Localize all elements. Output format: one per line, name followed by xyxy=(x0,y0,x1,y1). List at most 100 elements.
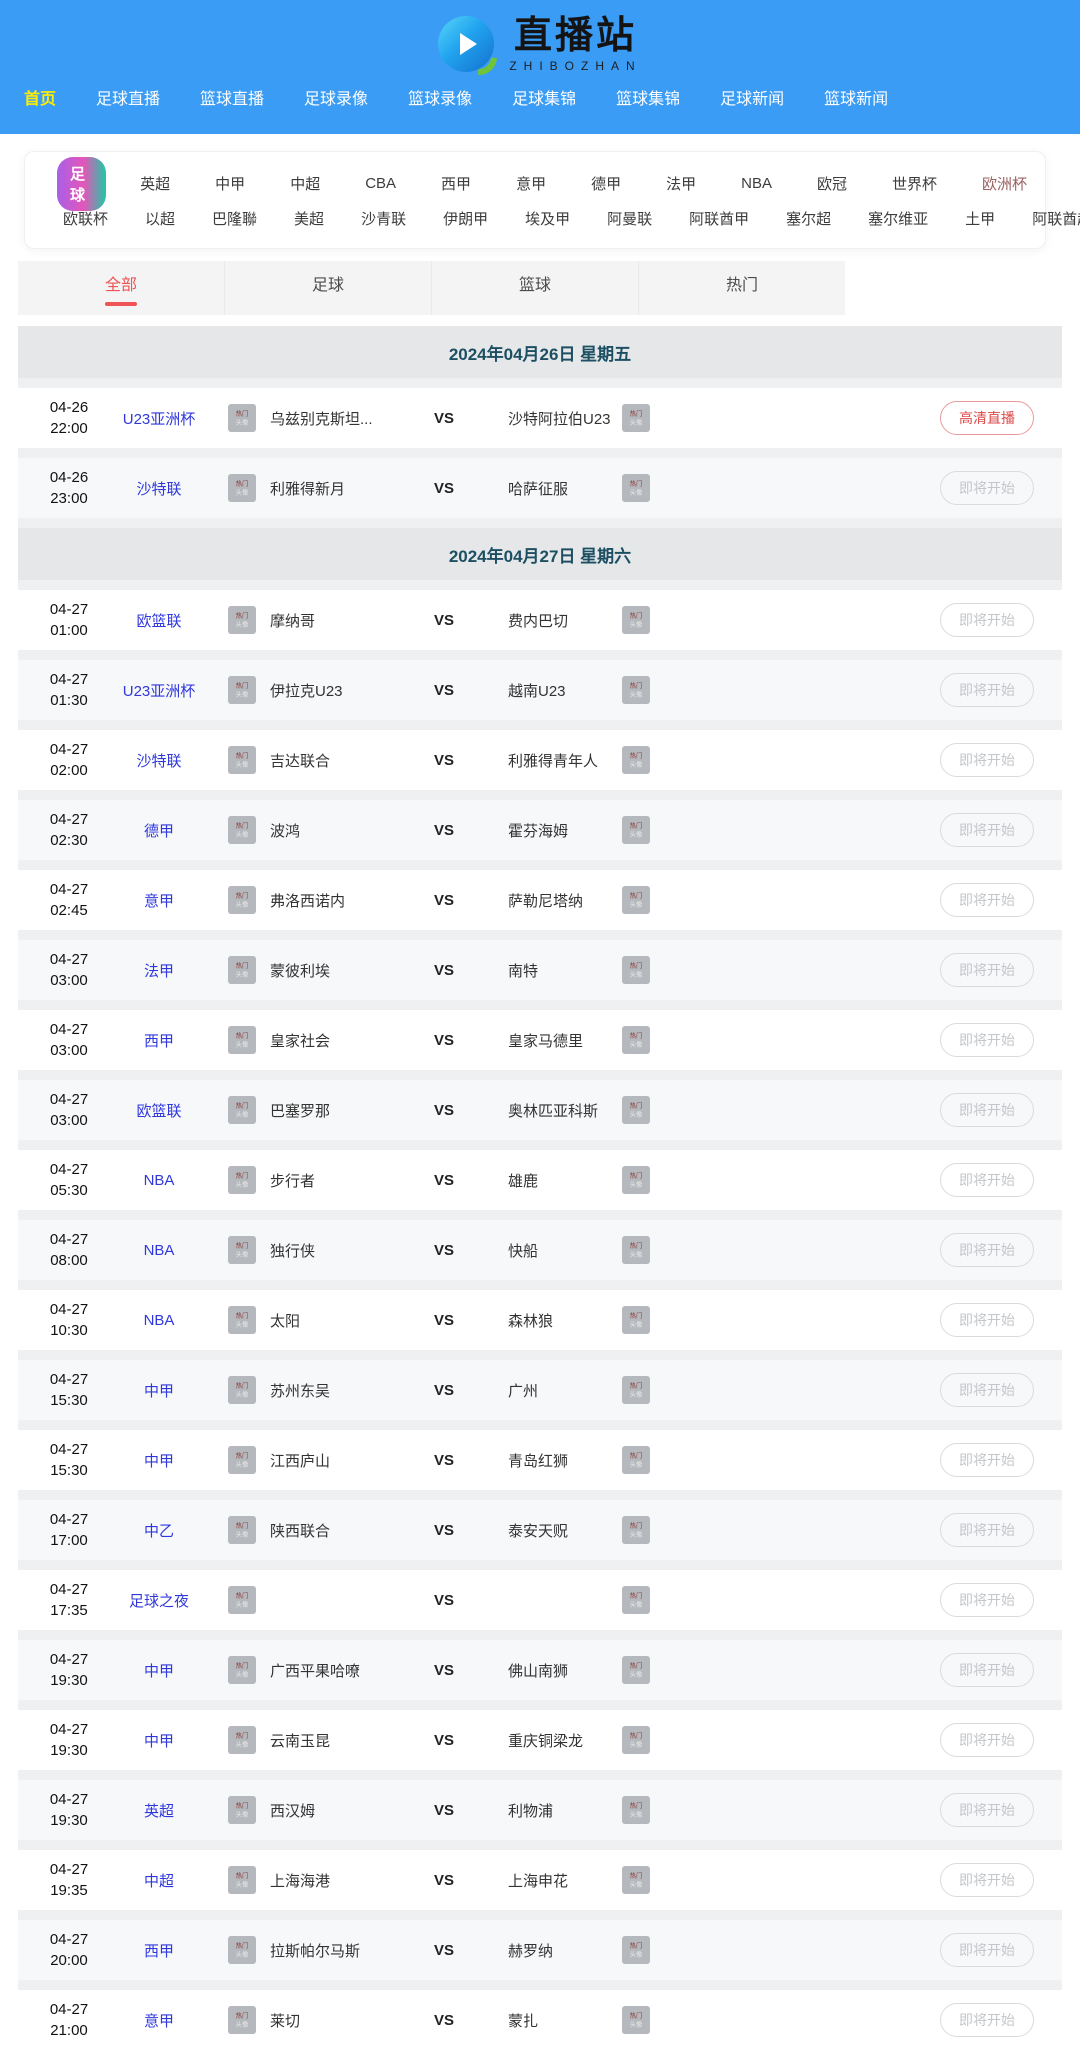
match-clock: 01:00 xyxy=(34,620,104,641)
nav-item-5[interactable]: 足球集锦 xyxy=(512,85,576,109)
upcoming-button[interactable]: 即将开始 xyxy=(940,1583,1034,1617)
league-link[interactable]: U23亚洲杯 xyxy=(104,408,214,429)
upcoming-button[interactable]: 即将开始 xyxy=(940,1023,1034,1057)
league-link[interactable]: 意甲 xyxy=(104,890,214,911)
nav-item-4[interactable]: 篮球录像 xyxy=(408,85,472,109)
football-category-badge[interactable]: 足球 xyxy=(57,157,106,211)
upcoming-button[interactable]: 即将开始 xyxy=(940,1443,1034,1477)
vs-label: VS xyxy=(424,752,464,769)
filter-league[interactable]: 欧联杯 xyxy=(63,208,108,229)
league-link[interactable]: 西甲 xyxy=(104,1940,214,1961)
league-link[interactable]: U23亚洲杯 xyxy=(104,680,214,701)
upcoming-button[interactable]: 即将开始 xyxy=(940,1793,1034,1827)
upcoming-button[interactable]: 即将开始 xyxy=(940,743,1034,777)
filter-league[interactable]: 法甲 xyxy=(666,173,696,194)
league-link[interactable]: NBA xyxy=(104,1172,214,1189)
logo-placeholder-text: 热门 xyxy=(236,1032,249,1039)
upcoming-button[interactable]: 即将开始 xyxy=(940,1723,1034,1757)
upcoming-button[interactable]: 即将开始 xyxy=(940,1373,1034,1407)
nav-item-0[interactable]: 首页 xyxy=(24,85,56,109)
filter-league[interactable]: 德甲 xyxy=(591,173,621,194)
tab-2[interactable]: 篮球 xyxy=(431,261,638,315)
tab-3[interactable]: 热门 xyxy=(638,261,845,315)
filter-league[interactable]: 伊朗甲 xyxy=(443,208,488,229)
league-link[interactable]: 足球之夜 xyxy=(104,1590,214,1611)
nav-item-7[interactable]: 足球新闻 xyxy=(720,85,784,109)
nav-item-1[interactable]: 足球直播 xyxy=(96,85,160,109)
league-link[interactable]: 意甲 xyxy=(104,2010,214,2031)
team-logo-placeholder-icon: 热门头像 xyxy=(622,1236,650,1264)
league-link[interactable]: 沙特联 xyxy=(104,750,214,771)
filter-league[interactable]: 英超 xyxy=(140,173,170,194)
logo-placeholder-text: 头像 xyxy=(236,971,249,978)
nav-item-3[interactable]: 足球录像 xyxy=(304,85,368,109)
league-link[interactable]: NBA xyxy=(104,1242,214,1259)
filter-league[interactable]: 塞尔超 xyxy=(786,208,831,229)
filter-league[interactable]: 欧冠 xyxy=(817,173,847,194)
filter-league[interactable]: 土甲 xyxy=(965,208,995,229)
filter-league[interactable]: 巴隆聯 xyxy=(212,208,257,229)
filter-league[interactable]: 意甲 xyxy=(516,173,546,194)
filter-league[interactable]: 世界杯 xyxy=(892,173,937,194)
upcoming-button[interactable]: 即将开始 xyxy=(940,1863,1034,1897)
logo-placeholder-text: 头像 xyxy=(630,1461,643,1468)
upcoming-button[interactable]: 即将开始 xyxy=(940,813,1034,847)
upcoming-button[interactable]: 即将开始 xyxy=(940,1653,1034,1687)
filter-league[interactable]: 阿曼联 xyxy=(607,208,652,229)
hd-live-button[interactable]: 高清直播 xyxy=(940,401,1034,435)
logo-placeholder-text: 热门 xyxy=(630,612,643,619)
league-link[interactable]: 中超 xyxy=(104,1870,214,1891)
upcoming-button[interactable]: 即将开始 xyxy=(940,673,1034,707)
league-link[interactable]: 德甲 xyxy=(104,820,214,841)
league-link[interactable]: 中甲 xyxy=(104,1730,214,1751)
league-link[interactable]: 英超 xyxy=(104,1800,214,1821)
filter-league[interactable]: 沙青联 xyxy=(361,208,406,229)
upcoming-button[interactable]: 即将开始 xyxy=(940,953,1034,987)
upcoming-button[interactable]: 即将开始 xyxy=(940,883,1034,917)
league-link[interactable]: 中甲 xyxy=(104,1450,214,1471)
league-link[interactable]: NBA xyxy=(104,1312,214,1329)
match-time: 04-2703:00 xyxy=(34,1019,104,1061)
filter-league[interactable]: 西甲 xyxy=(441,173,471,194)
upcoming-button[interactable]: 即将开始 xyxy=(940,1513,1034,1547)
league-link[interactable]: 中甲 xyxy=(104,1660,214,1681)
match-date: 04-27 xyxy=(34,1929,104,1950)
upcoming-button[interactable]: 即将开始 xyxy=(940,603,1034,637)
filter-league[interactable]: CBA xyxy=(365,175,396,192)
upcoming-button[interactable]: 即将开始 xyxy=(940,1933,1034,1967)
match-time: 04-2715:30 xyxy=(34,1369,104,1411)
filter-league[interactable]: 以超 xyxy=(145,208,175,229)
filter-league[interactable]: 欧洲杯 xyxy=(982,173,1027,194)
league-link[interactable]: 西甲 xyxy=(104,1030,214,1051)
upcoming-button[interactable]: 即将开始 xyxy=(940,471,1034,505)
team-logo-placeholder-icon: 热门头像 xyxy=(228,1936,256,1964)
tab-1[interactable]: 足球 xyxy=(224,261,431,315)
nav-item-2[interactable]: 篮球直播 xyxy=(200,85,264,109)
filter-league[interactable]: 中超 xyxy=(290,173,320,194)
upcoming-button[interactable]: 即将开始 xyxy=(940,2003,1034,2037)
upcoming-button[interactable]: 即将开始 xyxy=(940,1163,1034,1197)
nav-item-8[interactable]: 篮球新闻 xyxy=(824,85,888,109)
filter-league[interactable]: 埃及甲 xyxy=(525,208,570,229)
upcoming-button[interactable]: 即将开始 xyxy=(940,1303,1034,1337)
filter-league[interactable]: 塞尔维亚 xyxy=(868,208,928,229)
filter-league[interactable]: NBA xyxy=(741,175,772,192)
nav-item-6[interactable]: 篮球集锦 xyxy=(616,85,680,109)
league-link[interactable]: 沙特联 xyxy=(104,478,214,499)
tab-0[interactable]: 全部 xyxy=(18,261,224,315)
league-link[interactable]: 欧篮联 xyxy=(104,1100,214,1121)
filter-league[interactable]: 美超 xyxy=(294,208,324,229)
filter-league[interactable]: 阿联酋超 xyxy=(1032,208,1080,229)
logo-placeholder-text: 热门 xyxy=(236,612,249,619)
league-link[interactable]: 欧篮联 xyxy=(104,610,214,631)
filter-league[interactable]: 中甲 xyxy=(215,173,245,194)
league-link[interactable]: 中甲 xyxy=(104,1380,214,1401)
match-clock: 03:00 xyxy=(34,1040,104,1061)
team-logo-placeholder-icon: 热门头像 xyxy=(228,2006,256,2034)
filter-league[interactable]: 阿联酋甲 xyxy=(689,208,749,229)
upcoming-button[interactable]: 即将开始 xyxy=(940,1093,1034,1127)
upcoming-button[interactable]: 即将开始 xyxy=(940,1233,1034,1267)
league-link[interactable]: 中乙 xyxy=(104,1520,214,1541)
league-link[interactable]: 法甲 xyxy=(104,960,214,981)
team-logo-placeholder-icon: 热门头像 xyxy=(228,1376,256,1404)
